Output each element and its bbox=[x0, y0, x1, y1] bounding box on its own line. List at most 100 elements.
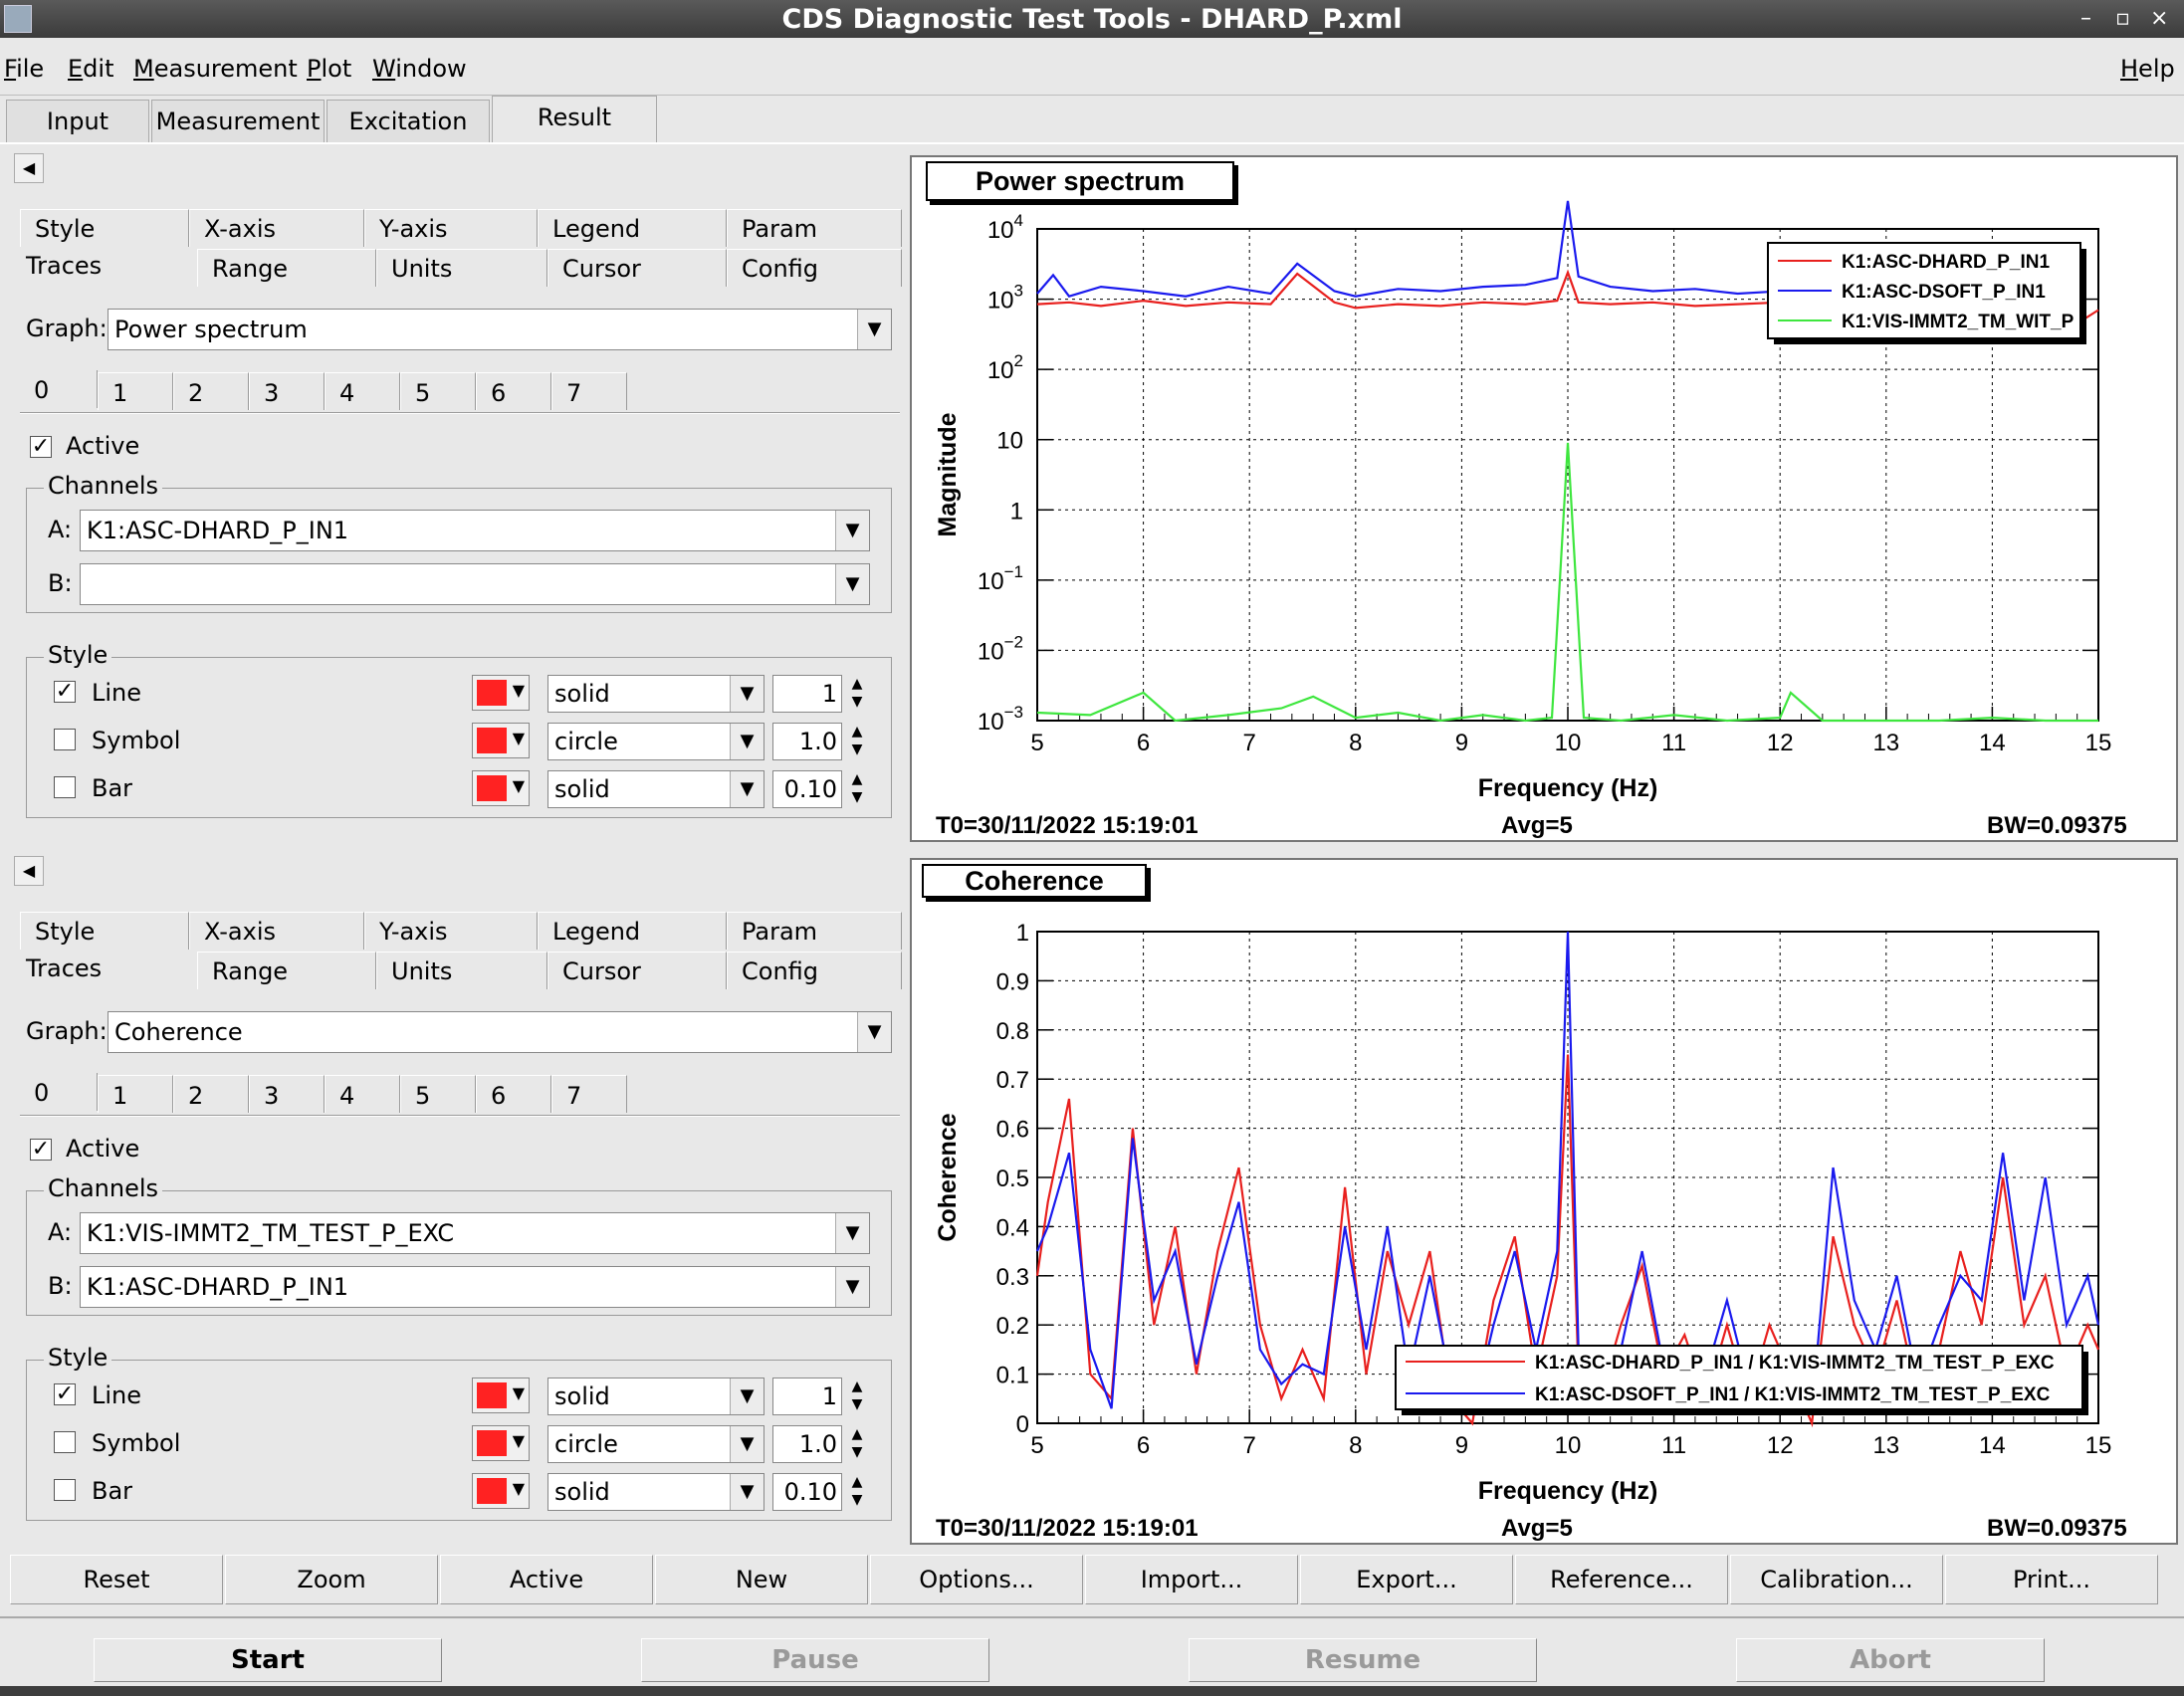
subtab-style[interactable]: Style bbox=[20, 912, 189, 950]
chevron-down-icon[interactable]: ▼ bbox=[835, 511, 869, 550]
chevron-down-icon[interactable]: ▼ bbox=[857, 1012, 891, 1052]
abort-button[interactable]: Abort bbox=[1736, 1638, 2045, 1682]
active-checkbox[interactable]: ✓ bbox=[30, 436, 52, 458]
trace-tab-5[interactable]: 5 bbox=[400, 372, 476, 410]
import-button[interactable]: Import... bbox=[1085, 1555, 1298, 1604]
symbol-style-select[interactable]: circle ▼ bbox=[547, 723, 764, 760]
reset-button[interactable]: Reset bbox=[10, 1555, 223, 1604]
subtab-traces[interactable]: Traces bbox=[12, 247, 191, 285]
chevron-down-icon[interactable]: ▼ bbox=[835, 564, 869, 604]
subtab-legend[interactable]: Legend bbox=[538, 209, 727, 247]
subtab-config[interactable]: Config bbox=[727, 249, 902, 287]
subtab-legend[interactable]: Legend bbox=[538, 912, 727, 950]
line-color-picker[interactable]: ▼ bbox=[472, 1378, 530, 1413]
trace-tab-1[interactable]: 1 bbox=[98, 372, 173, 410]
spinner-arrows-icon[interactable]: ▲ ▼ bbox=[844, 675, 870, 713]
subtab-cursor[interactable]: Cursor bbox=[547, 952, 727, 989]
bar-checkbox[interactable] bbox=[54, 776, 76, 798]
export-button[interactable]: Export... bbox=[1300, 1555, 1513, 1604]
symbol-style-select[interactable]: circle ▼ bbox=[547, 1425, 764, 1463]
channel-a-input[interactable]: K1:ASC-DHARD_P_IN1 ▼ bbox=[80, 510, 870, 551]
symbol-checkbox[interactable] bbox=[54, 729, 76, 750]
line-width-input[interactable]: 1 bbox=[772, 675, 842, 713]
trace-tab-7[interactable]: 7 bbox=[551, 372, 627, 410]
line-color-picker[interactable]: ▼ bbox=[472, 675, 530, 711]
subtab-range[interactable]: Range bbox=[197, 952, 376, 989]
line-checkbox[interactable]: ✓ bbox=[54, 681, 76, 703]
subtab-x-axis[interactable]: X-axis bbox=[189, 912, 364, 950]
symbol-size-input[interactable]: 1.0 bbox=[772, 723, 842, 760]
trace-tab-3[interactable]: 3 bbox=[249, 372, 325, 410]
trace-tab-6[interactable]: 6 bbox=[476, 1075, 551, 1113]
trace-tab-3[interactable]: 3 bbox=[249, 1075, 325, 1113]
subtab-cursor[interactable]: Cursor bbox=[547, 249, 727, 287]
zoom-button[interactable]: Zoom bbox=[225, 1555, 438, 1604]
spinner-arrows-icon[interactable]: ▲ ▼ bbox=[844, 1425, 870, 1463]
trace-tab-2[interactable]: 2 bbox=[173, 1075, 249, 1113]
line-style-select[interactable]: solid ▼ bbox=[547, 1378, 764, 1415]
spinner-arrows-icon[interactable]: ▲ ▼ bbox=[844, 1473, 870, 1511]
symbol-color-picker[interactable]: ▼ bbox=[472, 1425, 530, 1461]
bar-style-select[interactable]: solid ▼ bbox=[547, 770, 764, 808]
subtab-param[interactable]: Param bbox=[727, 912, 902, 950]
bar-color-picker[interactable]: ▼ bbox=[472, 1473, 530, 1509]
coherence-panel[interactable]: 5 6 7 8 9 10 11 12 13 14 15 0 0.1 0.2 0.3 0.4 0.5 0.6 0.7 0… bbox=[910, 858, 2178, 1545]
print-button[interactable]: Print... bbox=[1945, 1555, 2158, 1604]
subtab-x-axis[interactable]: X-axis bbox=[189, 209, 364, 247]
bar-width-input[interactable]: 0.10 bbox=[772, 770, 842, 808]
coherence-plot[interactable]: 5 6 7 8 9 10 11 12 13 14 15 0 0.1 0.2 0.3 0.4 0.5 0.6 0.7 0… bbox=[912, 860, 2176, 1543]
active-button[interactable]: Active bbox=[440, 1555, 653, 1604]
tab-excitation[interactable]: Excitation bbox=[327, 100, 490, 143]
symbol-color-picker[interactable]: ▼ bbox=[472, 723, 530, 758]
line-width-input[interactable]: 1 bbox=[772, 1378, 842, 1415]
line-style-select[interactable]: solid ▼ bbox=[547, 675, 764, 713]
bar-width-input[interactable]: 0.10 bbox=[772, 1473, 842, 1511]
spinner-arrows-icon[interactable]: ▲ ▼ bbox=[844, 770, 870, 808]
subtab-y-axis[interactable]: Y-axis bbox=[364, 912, 538, 950]
menu-edit[interactable]: Edit bbox=[68, 55, 113, 83]
subtab-range[interactable]: Range bbox=[197, 249, 376, 287]
resume-button[interactable]: Resume bbox=[1189, 1638, 1537, 1682]
trace-tab-6[interactable]: 6 bbox=[476, 372, 551, 410]
tab-result[interactable]: Result bbox=[492, 96, 657, 143]
subtab-units[interactable]: Units bbox=[376, 249, 547, 287]
menu-file[interactable]: File bbox=[4, 55, 44, 83]
calibration-button[interactable]: Calibration... bbox=[1730, 1555, 1943, 1604]
close-icon[interactable]: × bbox=[2150, 6, 2168, 31]
reference-button[interactable]: Reference... bbox=[1515, 1555, 1728, 1604]
chevron-down-icon[interactable]: ▼ bbox=[835, 1267, 869, 1307]
menu-window[interactable]: Window bbox=[372, 55, 467, 83]
collapse-panel-icon[interactable]: ◀ bbox=[14, 856, 44, 886]
bar-checkbox[interactable] bbox=[54, 1479, 76, 1501]
spinner-arrows-icon[interactable]: ▲ ▼ bbox=[844, 723, 870, 760]
trace-tab-4[interactable]: 4 bbox=[325, 372, 400, 410]
trace-tab-4[interactable]: 4 bbox=[325, 1075, 400, 1113]
bar-color-picker[interactable]: ▼ bbox=[472, 770, 530, 806]
maximize-icon[interactable]: ▫ bbox=[2115, 6, 2130, 31]
collapse-panel-icon[interactable]: ◀ bbox=[14, 153, 44, 183]
chevron-down-icon[interactable]: ▼ bbox=[835, 1213, 869, 1253]
channel-b-input[interactable]: K1:ASC-DHARD_P_IN1 ▼ bbox=[80, 1266, 870, 1308]
power-spectrum-panel[interactable]: 5 6 7 8 9 10 11 12 13 14 15 104 103 102 10 1 10−1 10−2 10−… bbox=[910, 155, 2178, 842]
trace-tab-1[interactable]: 1 bbox=[98, 1075, 173, 1113]
trace-tab-7[interactable]: 7 bbox=[551, 1075, 627, 1113]
line-checkbox[interactable]: ✓ bbox=[54, 1383, 76, 1405]
subtab-traces[interactable]: Traces bbox=[12, 950, 191, 987]
active-checkbox[interactable]: ✓ bbox=[30, 1139, 52, 1161]
trace-tab-5[interactable]: 5 bbox=[400, 1075, 476, 1113]
power-spectrum-plot[interactable]: 5 6 7 8 9 10 11 12 13 14 1510410310210110−110−210−… bbox=[912, 157, 2176, 840]
chevron-down-icon[interactable]: ▼ bbox=[857, 310, 891, 349]
trace-tab-0[interactable]: 0 bbox=[20, 1073, 98, 1111]
start-button[interactable]: Start bbox=[94, 1638, 442, 1682]
subtab-param[interactable]: Param bbox=[727, 209, 902, 247]
channel-b-input[interactable]: ▼ bbox=[80, 563, 870, 605]
pause-button[interactable]: Pause bbox=[641, 1638, 989, 1682]
spinner-arrows-icon[interactable]: ▲ ▼ bbox=[844, 1378, 870, 1415]
tab-input[interactable]: Input bbox=[6, 100, 149, 143]
bar-style-select[interactable]: solid ▼ bbox=[547, 1473, 764, 1511]
subtab-config[interactable]: Config bbox=[727, 952, 902, 989]
trace-tab-0[interactable]: 0 bbox=[20, 370, 98, 408]
graph-select[interactable]: Power spectrum ▼ bbox=[108, 309, 892, 350]
menu-help[interactable]: Help bbox=[2120, 55, 2175, 83]
minimize-icon[interactable]: – bbox=[2080, 6, 2091, 31]
